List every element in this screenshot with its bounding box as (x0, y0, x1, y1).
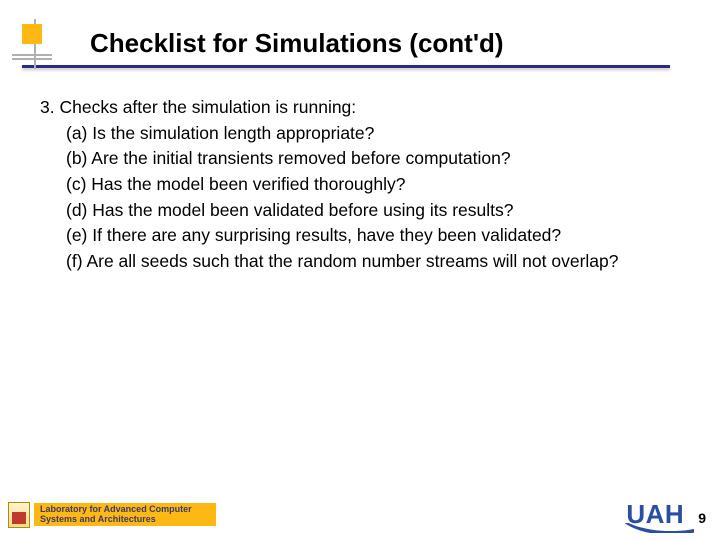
list-item: (f) Are all seeds such that the random n… (66, 250, 670, 274)
item-text: Has the model been validated before usin… (92, 200, 513, 220)
item-label: (c) (66, 174, 86, 194)
footer-left: Laboratory for Advanced Computer Systems… (8, 502, 216, 528)
title-underline (22, 65, 670, 68)
page-number: 9 (698, 510, 706, 526)
content-area: 3. Checks after the simulation is runnin… (40, 96, 670, 273)
item-text: Are the initial transients removed befor… (91, 148, 510, 168)
lab-line-2: Systems and Architectures (40, 515, 210, 524)
item-text: Has the model been verified thoroughly? (91, 174, 405, 194)
item-text: If there are any surprising results, hav… (92, 225, 561, 245)
subitems-list: (a) Is the simulation length appropriate… (66, 122, 670, 274)
title-block: Checklist for Simulations (cont'd) (0, 0, 720, 68)
section-heading-text: Checks after the simulation is running: (59, 97, 356, 117)
item-label: (a) (66, 123, 87, 143)
item-text: Are all seeds such that the random numbe… (86, 251, 618, 271)
lab-icon (8, 502, 30, 528)
item-label: (f) (66, 251, 83, 271)
slide-title: Checklist for Simulations (cont'd) (90, 28, 720, 59)
item-label: (b) (66, 148, 87, 168)
item-text: Is the simulation length appropriate? (92, 123, 374, 143)
section-heading: 3. Checks after the simulation is runnin… (40, 96, 670, 120)
list-item: (a) Is the simulation length appropriate… (66, 122, 670, 146)
uah-logo: UAH (626, 499, 684, 530)
section-number: 3. (40, 97, 55, 117)
item-label: (d) (66, 200, 87, 220)
list-item: (c) Has the model been verified thorough… (66, 173, 670, 197)
item-label: (e) (66, 225, 87, 245)
list-item: (b) Are the initial transients removed b… (66, 147, 670, 171)
footer-right: UAH 9 (626, 499, 706, 530)
lab-text: Laboratory for Advanced Computer Systems… (34, 503, 216, 526)
footer: Laboratory for Advanced Computer Systems… (0, 499, 720, 530)
list-item: (d) Has the model been validated before … (66, 199, 670, 223)
uah-swoosh-icon (624, 523, 694, 533)
list-item: (e) If there are any surprising results,… (66, 224, 670, 248)
